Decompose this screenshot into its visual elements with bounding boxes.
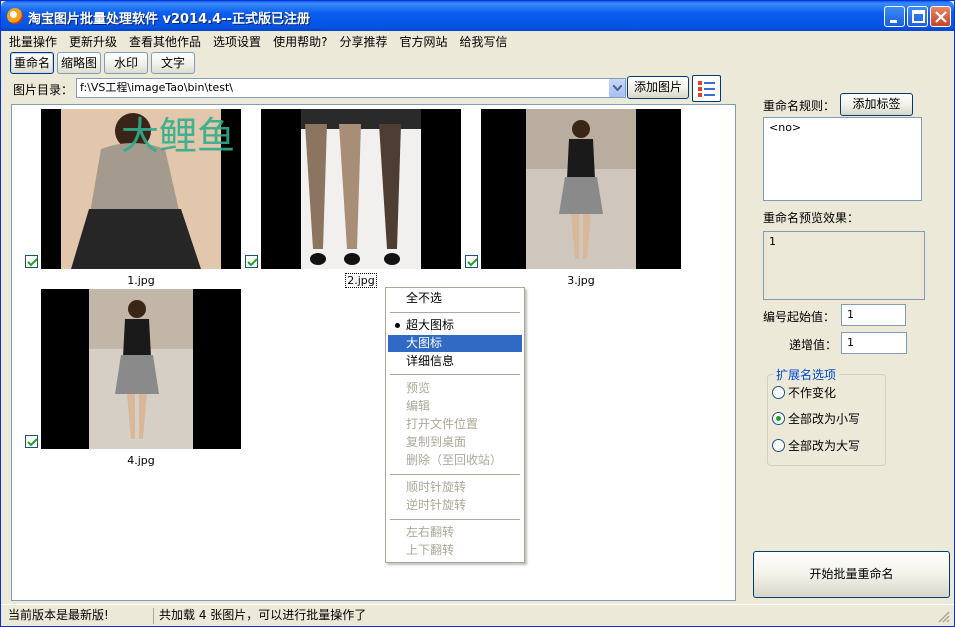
add-tag-button[interactable]: 添加标签 (840, 93, 913, 116)
start-value-label: 编号起始值： (763, 310, 836, 324)
check-icon (467, 258, 478, 267)
add-images-button[interactable]: 添加图片 (627, 76, 689, 99)
check-icon (27, 258, 38, 267)
ctx-preview[interactable]: 预览 (388, 380, 522, 397)
ctx-copy-desktop[interactable]: 复制到桌面 (388, 434, 522, 451)
rename-preview-box: 1 (763, 231, 925, 300)
tab-rename[interactable]: 重命名 (10, 52, 54, 74)
menu-batch[interactable]: 批量操作 (3, 31, 63, 50)
radio-button[interactable] (772, 439, 785, 452)
image-list-panel[interactable]: 大鲤鱼 1.jpg 2.jpg 3.jpg 4.jpg (11, 104, 736, 601)
status-version: 当前版本是最新版! (8, 608, 109, 622)
combo-dropdown-button[interactable] (608, 79, 625, 97)
ctx-rotate-cw[interactable]: 顺时针旋转 (388, 479, 522, 496)
menu-help[interactable]: 使用帮助? (267, 31, 333, 50)
view-toggle-button[interactable] (692, 75, 721, 102)
image-4-checkbox[interactable] (25, 435, 38, 448)
radio-button-selected[interactable] (772, 412, 785, 425)
window-title: 淘宝图片批量处理软件 v2014.4--正式版已注册 (28, 12, 310, 27)
image-4-caption[interactable]: 4.jpg (41, 454, 241, 467)
directory-path: f:\VS工程\imageTao\bin\test\ (80, 81, 233, 94)
tab-text[interactable]: 文字 (151, 52, 195, 74)
directory-combo[interactable]: f:\VS工程\imageTao\bin\test\ (76, 78, 626, 98)
image-3-photo (526, 109, 636, 269)
ctx-select-none[interactable]: 全不选 (388, 290, 522, 307)
step-value-label: 递增值： (789, 338, 838, 352)
radio-bullet-icon (395, 323, 400, 328)
image-1-checkbox[interactable] (25, 255, 38, 268)
image-thumbnail-1[interactable]: 大鲤鱼 (41, 109, 241, 269)
resize-grip-icon[interactable] (938, 611, 950, 623)
ctx-rotate-ccw[interactable]: 逆时针旋转 (388, 497, 522, 514)
image-3-checkbox[interactable] (465, 255, 478, 268)
directory-label: 图片目录： (13, 83, 74, 97)
image-4-photo (89, 289, 193, 449)
ctx-large-icons[interactable]: 大图标 (388, 335, 522, 352)
ctx-extra-large-icons[interactable]: 超大图标 (388, 317, 522, 334)
image-1-photo: 大鲤鱼 (61, 109, 235, 269)
close-icon (935, 11, 947, 23)
image-thumbnail-3[interactable] (481, 109, 681, 269)
ctx-details[interactable]: 详细信息 (388, 353, 522, 370)
minimize-icon (890, 20, 897, 23)
close-button[interactable] (930, 6, 951, 27)
image-2-photo (301, 109, 421, 269)
status-bar: 当前版本是最新版! 共加载 4 张图片，可以进行批量操作了 (1, 604, 954, 626)
menu-contact[interactable]: 给我写信 (453, 31, 513, 50)
ctx-flip-vertical[interactable]: 上下翻转 (388, 542, 522, 559)
ctx-separator (390, 374, 520, 375)
ext-option-unchanged[interactable]: 不作变化 (772, 384, 836, 400)
ctx-separator (390, 519, 520, 520)
image-1-caption[interactable]: 1.jpg (41, 274, 241, 287)
image-1-watermark: 大鲤鱼 (121, 114, 235, 158)
start-batch-rename-button[interactable]: 开始批量重命名 (753, 551, 950, 598)
check-icon (247, 258, 258, 267)
image-2-checkbox[interactable] (245, 255, 258, 268)
app-window: 淘宝图片批量处理软件 v2014.4--正式版已注册 批量操作 更新升级 查看其他作… (0, 0, 955, 627)
extension-group-title: 扩展名选项 (773, 366, 840, 383)
ctx-separator (390, 312, 520, 313)
ctx-edit[interactable]: 编辑 (388, 398, 522, 415)
image-2-caption[interactable]: 2.jpg (261, 273, 461, 288)
ctx-open-location[interactable]: 打开文件位置 (388, 416, 522, 433)
rename-preview-label: 重命名预览效果： (763, 211, 860, 225)
menu-other-works[interactable]: 查看其他作品 (123, 31, 207, 50)
status-message: 共加载 4 张图片，可以进行批量操作了 (159, 608, 367, 622)
app-icon[interactable] (7, 8, 23, 24)
tab-thumbnail[interactable]: 缩略图 (57, 52, 101, 74)
rename-rule-input[interactable]: <no> (763, 117, 922, 201)
tab-watermark[interactable]: 水印 (104, 52, 148, 74)
ctx-flip-horizontal[interactable]: 左右翻转 (388, 524, 522, 541)
check-icon (27, 438, 38, 447)
step-value-input[interactable]: 1 (841, 332, 907, 354)
ext-option-lowercase[interactable]: 全部改为小写 (772, 410, 860, 426)
menu-share[interactable]: 分享推荐 (333, 31, 393, 50)
image-thumbnail-4[interactable] (41, 289, 241, 449)
chevron-down-icon (613, 85, 622, 91)
image-3-caption[interactable]: 3.jpg (481, 274, 681, 287)
ext-option-uppercase[interactable]: 全部改为大写 (772, 437, 860, 453)
title-bar[interactable]: 淘宝图片批量处理软件 v2014.4--正式版已注册 (1, 1, 954, 31)
minimize-button[interactable] (884, 6, 905, 27)
menu-website[interactable]: 官方网站 (393, 31, 453, 50)
details-view-icon (698, 81, 715, 97)
image-thumbnail-2[interactable] (261, 109, 461, 269)
menu-options[interactable]: 选项设置 (207, 31, 267, 50)
radio-button[interactable] (772, 386, 785, 399)
ctx-delete[interactable]: 删除（至回收站） (388, 452, 522, 469)
context-menu: 全不选 超大图标 大图标 详细信息 预览 编辑 打开文件位置 复制到桌面 删除（… (385, 287, 525, 563)
maximize-icon (912, 10, 925, 23)
start-value-input[interactable]: 1 (841, 304, 906, 326)
menu-bar: 批量操作 更新升级 查看其他作品 选项设置 使用帮助? 分享推荐 官方网站 给我写信 (3, 31, 953, 51)
maximize-button[interactable] (907, 6, 928, 27)
menu-update[interactable]: 更新升级 (63, 31, 123, 50)
ctx-separator (390, 474, 520, 475)
rename-rule-label: 重命名规则： (763, 99, 836, 113)
